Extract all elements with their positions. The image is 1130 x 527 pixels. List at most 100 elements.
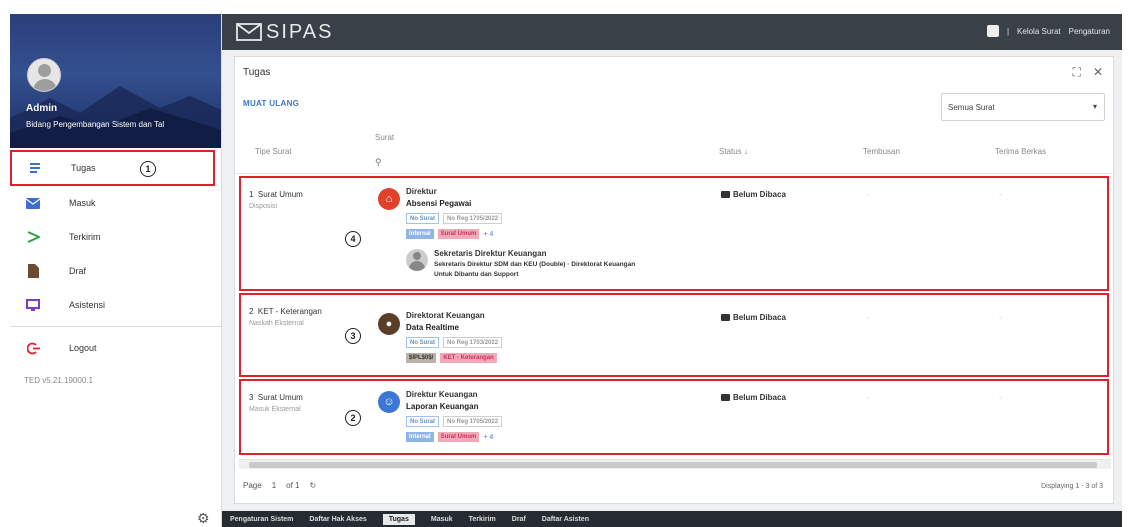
tag: Internal	[406, 229, 434, 239]
letter-subject: Data Realtime	[406, 323, 459, 332]
filter-value: Semua Surat	[948, 103, 995, 112]
panel-title: Tugas	[243, 67, 271, 78]
page-input[interactable]: 1	[272, 481, 276, 490]
table-row[interactable]: 1 Surat Umum Disposisi ⌂ Direktur Absens…	[239, 176, 1109, 291]
disposition-line: Sekretaris Direktur SDM dan KEU (Double)…	[434, 261, 636, 268]
taskbar-item[interactable]: Masuk	[431, 516, 453, 523]
tag: $IPL$0$/	[406, 353, 437, 363]
status-badge: Belum Dibaca	[721, 190, 786, 199]
taskbar-item[interactable]: Pengaturan Sistem	[230, 516, 293, 523]
group-icon: ●	[378, 313, 400, 335]
tag: Surat Umum	[437, 432, 480, 442]
letter-type: 2 KET - Keterangan Naskah Eksternal	[249, 307, 322, 327]
callout-number: 1	[140, 161, 156, 177]
cc-value: -	[867, 313, 870, 322]
user-department: Bidang Pengembangan Sistem dan Tal	[26, 120, 165, 129]
table-row[interactable]: 2 KET - Keterangan Naskah Eksternal ● Di…	[239, 293, 1109, 377]
more-tags: + 4	[483, 230, 494, 238]
chip-reg-no: No Reg 1705/2022	[443, 416, 503, 427]
taskbar: Pengaturan Sistem Daftar Hak Akses Tugas…	[222, 511, 1122, 527]
logout-button[interactable]: Logout	[10, 331, 222, 365]
filter-select[interactable]: Semua Surat ▾	[941, 93, 1105, 121]
app-logo[interactable]: SIPAS	[236, 20, 333, 44]
logo-text: SIPAS	[266, 20, 334, 43]
divider	[235, 173, 1115, 174]
list-icon	[28, 161, 42, 175]
page-label: Page	[243, 481, 262, 490]
taskbar-item[interactable]: Draf	[512, 516, 526, 523]
sender-name: Direktur	[406, 187, 437, 196]
close-icon[interactable]: ✕	[1093, 65, 1103, 80]
pagination: Page 1 of 1 ↻	[243, 481, 316, 490]
top-bar: SIPAS | Kelola Surat Pengaturan	[222, 14, 1122, 50]
letter-subject: Absensi Pegawai	[406, 199, 472, 208]
column-header-cc[interactable]: Tembusan	[863, 147, 900, 156]
attachment-value: -	[999, 190, 1002, 199]
callout-number: 4	[345, 231, 361, 247]
taskbar-item[interactable]: Daftar Hak Akses	[309, 516, 366, 523]
bank-icon: ⌂	[378, 188, 400, 210]
table-row[interactable]: 3 Surat Umum Masuk Eksternal ☺ Direktur …	[239, 379, 1109, 455]
divider	[10, 326, 222, 327]
sender-name: Direktur Keuangan	[406, 390, 478, 399]
taskbar-item[interactable]: Daftar Asisten	[542, 516, 589, 523]
sidebar-item-label: Draf	[69, 266, 87, 276]
top-nav: | Kelola Surat Pengaturan	[986, 25, 1110, 37]
refresh-icon[interactable]: ↻	[309, 481, 316, 490]
letter-type: 1 Surat Umum Disposisi	[249, 190, 303, 210]
chip-letter-no: No Surat	[406, 213, 440, 224]
column-header-type[interactable]: Tipe Surat	[255, 147, 292, 156]
disposition-name: Sekretaris Direktur Keuangan	[434, 249, 547, 258]
sidebar-item-label: Asistensi	[69, 300, 106, 310]
disposition: Sekretaris Direktur Keuangan Sekretaris …	[406, 249, 635, 278]
taskbar-item[interactable]: Terkirim	[469, 516, 496, 523]
cc-value: -	[867, 393, 870, 402]
envelope-icon	[721, 314, 730, 321]
displaying-text: Displaying 1 - 3 of 3	[1041, 483, 1103, 490]
status-badge: Belum Dibaca	[721, 393, 786, 402]
version-text: TED v5.21.19000.1	[24, 376, 93, 385]
chip-reg-no: No Reg 1703/2022	[443, 337, 503, 348]
sidebar-item-label: Masuk	[69, 198, 96, 208]
monitor-icon	[26, 298, 40, 312]
panel-controls: ⛶ ✕	[1073, 65, 1103, 80]
logout-icon	[26, 341, 40, 355]
chip-reg-no: No Reg 1705/2022	[443, 213, 503, 224]
reload-button[interactable]: MUAT ULANG	[243, 99, 299, 108]
menu-pengaturan[interactable]: Pengaturan	[1069, 27, 1110, 36]
sort-down-icon: ↓	[743, 147, 748, 156]
column-header-status[interactable]: Status ↓	[719, 147, 748, 156]
horizontal-scrollbar[interactable]	[239, 459, 1111, 469]
letter-type: 3 Surat Umum Masuk Eksternal	[249, 393, 303, 413]
tag: Surat Umum	[437, 229, 480, 239]
sidebar-item-tugas[interactable]: Tugas 1	[10, 150, 215, 186]
sidebar-item-draf[interactable]: Draf	[10, 254, 222, 288]
letter-info: Direktorat Keuangan Data Realtime No Sur…	[406, 311, 503, 363]
sidebar-item-label: Terkirim	[69, 232, 101, 242]
sidebar-item-terkirim[interactable]: Terkirim	[10, 220, 222, 254]
envelope-logo-icon	[236, 23, 262, 41]
column-header-letter[interactable]: Surat	[375, 133, 394, 142]
sidebar-item-asistensi[interactable]: Asistensi	[10, 288, 222, 322]
sidebar-item-label: Tugas	[71, 163, 96, 173]
envelope-icon	[26, 196, 40, 210]
maximize-icon[interactable]: ⛶	[1073, 65, 1081, 80]
file-icon	[26, 264, 40, 278]
document-icon[interactable]	[986, 25, 999, 37]
tasks-panel: Tugas ⛶ ✕ MUAT ULANG Semua Surat ▾ Tipe …	[234, 56, 1115, 504]
sidebar-item-masuk[interactable]: Masuk	[10, 186, 222, 220]
menu-kelola-surat[interactable]: Kelola Surat	[1017, 27, 1061, 36]
avatar[interactable]	[27, 58, 61, 92]
chip-letter-no: No Surat	[406, 337, 440, 348]
tag: KET - Keterangan	[440, 353, 497, 363]
letter-info: Direktur Keuangan Laporan Keuangan No Su…	[406, 390, 503, 442]
disposition-note: Untuk Dibantu dan Support	[434, 271, 519, 278]
callout-number: 3	[345, 328, 361, 344]
envelope-icon	[721, 394, 730, 401]
send-icon	[26, 230, 40, 244]
scrollbar-thumb[interactable]	[249, 462, 1097, 468]
taskbar-item-active[interactable]: Tugas	[382, 513, 415, 525]
search-icon[interactable]: ⚲	[375, 157, 382, 168]
gear-icon[interactable]: ⚙	[197, 510, 210, 527]
column-header-attachment[interactable]: Terima Berkas	[995, 147, 1046, 156]
